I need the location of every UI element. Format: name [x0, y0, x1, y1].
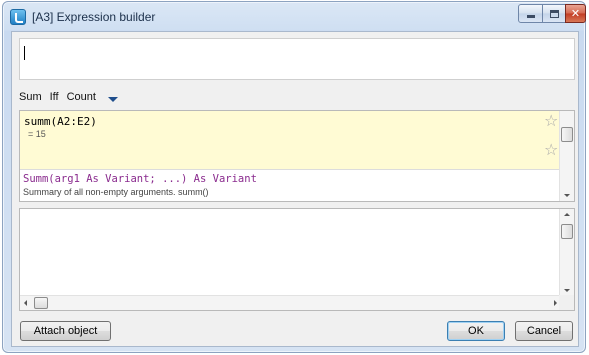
dialog-body: Sum Iff Count summ(A2:E2) = 15 ☆ ☆ Summ(…: [11, 31, 579, 347]
scroll-right-icon[interactable]: [554, 300, 557, 306]
app-icon: [10, 9, 26, 25]
scroll-thumb[interactable]: [34, 297, 48, 309]
more-functions-dropdown-icon[interactable]: [107, 96, 118, 102]
ok-button[interactable]: OK: [447, 321, 505, 341]
help-vertical-scrollbar[interactable]: [559, 209, 574, 296]
help-panel[interactable]: [19, 208, 575, 311]
scroll-up-icon[interactable]: [564, 213, 570, 216]
scroll-left-icon[interactable]: [24, 300, 27, 306]
text-caret: [24, 46, 25, 60]
attach-object-button[interactable]: Attach object: [20, 321, 111, 341]
help-horizontal-scrollbar[interactable]: [20, 295, 561, 310]
favorite-star-icon[interactable]: ☆: [544, 113, 558, 129]
minimize-button[interactable]: [518, 4, 543, 23]
suggestion-formula: summ(A2:E2): [24, 115, 97, 128]
minimize-icon: [526, 15, 535, 18]
suggestion-vertical-scrollbar[interactable]: [559, 111, 574, 201]
favorite-star-icon[interactable]: ☆: [544, 142, 558, 158]
maximize-icon: [549, 9, 559, 18]
scroll-down-icon[interactable]: [564, 194, 570, 197]
function-sum[interactable]: Sum: [19, 91, 42, 103]
maximize-button[interactable]: [542, 4, 566, 23]
scroll-thumb[interactable]: [561, 127, 573, 142]
scroll-thumb[interactable]: [561, 224, 573, 239]
function-count[interactable]: Count: [67, 91, 96, 103]
function-description: Summary of all non-empty arguments. summ…: [23, 187, 209, 197]
close-icon: ✕: [570, 7, 581, 20]
expression-builder-window: [A3] Expression builder ✕ Sum Iff Count …: [2, 1, 586, 353]
scroll-down-icon[interactable]: [564, 289, 570, 292]
scrollbar-corner: [559, 295, 574, 310]
title-bar[interactable]: [A3] Expression builder ✕: [3, 2, 586, 30]
cancel-button[interactable]: Cancel: [515, 321, 573, 341]
function-bar: Sum Iff Count: [19, 90, 118, 104]
close-button[interactable]: ✕: [565, 4, 586, 23]
suggestion-item-selected[interactable]: summ(A2:E2) = 15: [20, 111, 561, 170]
expression-input[interactable]: [19, 38, 575, 80]
window-title: [A3] Expression builder: [32, 10, 156, 24]
suggestion-result: = 15: [28, 129, 46, 139]
suggestion-list[interactable]: summ(A2:E2) = 15 ☆ ☆ Summ(arg1 As Varian…: [19, 110, 575, 202]
function-signature: Summ(arg1 As Variant; ...) As Variant: [23, 173, 257, 185]
function-iff[interactable]: Iff: [50, 91, 59, 103]
